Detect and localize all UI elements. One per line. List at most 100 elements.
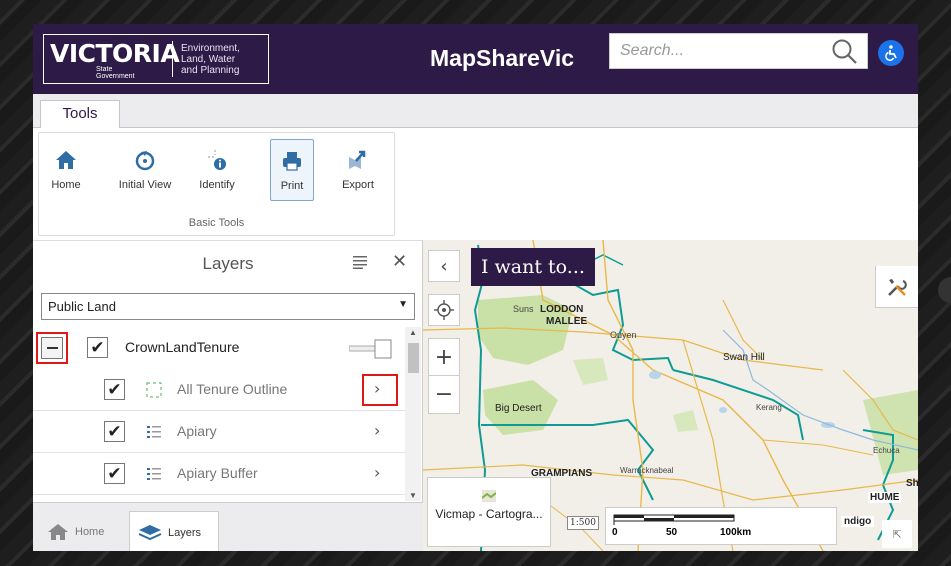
menu-icon[interactable] — [353, 255, 367, 269]
layer-row-apiary-buffer[interactable]: ✔ Apiary Buffer › — [33, 453, 405, 495]
scroll-thumb[interactable] — [408, 343, 419, 373]
overview-map-button[interactable]: ⇱ — [882, 520, 912, 548]
export-button[interactable]: Export — [335, 139, 381, 201]
accessibility-button[interactable] — [878, 40, 904, 66]
layer-label: Apiary — [177, 423, 217, 439]
home-icon — [56, 151, 76, 169]
panel-bottom-tabs: Home Layers — [33, 502, 423, 551]
layer-list: ✔ CrownLandTenure ✔ All Tenure Outline › — [33, 327, 405, 501]
home-tool-button[interactable]: Home — [45, 139, 87, 201]
layer-checkbox[interactable]: ✔ — [87, 337, 108, 358]
tools-ribbon: Home Initial View Identify Print Export … — [33, 128, 918, 240]
home-icon — [48, 524, 68, 540]
locate-icon — [434, 300, 454, 320]
logo-divider — [172, 41, 173, 77]
device-side-button — [938, 277, 951, 303]
wrench-screwdriver-icon — [888, 278, 907, 296]
logo-wordmark: VICTORIA — [50, 39, 180, 68]
department-name: Environment, Land, Water and Planning — [181, 43, 240, 76]
highlight-box — [362, 374, 398, 406]
dept-line-2: Land, Water — [181, 54, 236, 65]
accessibility-icon — [885, 45, 897, 61]
bottom-tab-layers[interactable]: Layers — [129, 511, 219, 551]
export-icon — [349, 150, 366, 169]
layers-icon — [138, 524, 162, 540]
identify-icon — [208, 150, 226, 170]
print-label: Print — [280, 180, 304, 192]
logo-sub-state: State — [96, 66, 113, 73]
layer-list-scrollbar[interactable]: ▲ ▼ — [405, 327, 421, 501]
bottom-tab-home[interactable]: Home — [47, 511, 104, 551]
scale-tick-100km: 100km — [720, 527, 752, 538]
plus-icon: + — [434, 344, 454, 370]
map-label: ndigo — [841, 516, 875, 527]
i-want-to-button[interactable]: I want to... — [471, 248, 595, 286]
locate-button[interactable] — [428, 294, 460, 326]
map-label: Swan Hill — [723, 352, 765, 363]
initial-view-button[interactable]: Initial View — [115, 139, 175, 201]
layer-row-apiary[interactable]: ✔ Apiary › — [33, 411, 405, 453]
scale-ratio-badge: 1:500 — [567, 516, 599, 530]
bottom-tab-home-label: Home — [75, 526, 105, 538]
scroll-down-icon[interactable]: ▼ — [409, 491, 417, 500]
identify-button[interactable]: Identify — [194, 139, 240, 201]
map-tools-button[interactable] — [875, 266, 918, 308]
initial-view-icon — [135, 151, 155, 171]
layer-label: CrownLandTenure — [125, 339, 240, 355]
minus-icon: − — [434, 382, 454, 407]
layers-panel: Layers ✕ Public Land ▼ ✔ CrownLandTenure — [33, 240, 423, 551]
app-window: VICTORIA State Government Environment, L… — [33, 24, 918, 551]
map-label: Ouyen — [610, 330, 637, 340]
app-title: MapShareVic — [430, 45, 575, 71]
ribbon-tab-bar: Tools — [33, 94, 918, 129]
map-label: HUME — [868, 492, 902, 503]
search-icon[interactable] — [831, 38, 859, 66]
export-label: Export — [342, 179, 374, 191]
layer-row-all-tenure-outline[interactable]: ✔ All Tenure Outline › — [33, 369, 405, 411]
legend-list-icon — [147, 426, 161, 438]
search-box — [609, 33, 868, 69]
legend-list-icon — [147, 468, 161, 480]
tab-tools[interactable]: Tools — [40, 100, 120, 129]
basemap-switcher[interactable]: Vicmap - Cartogra... — [427, 477, 551, 547]
layer-checkbox[interactable]: ✔ — [104, 421, 125, 442]
layer-label: All Tenure Outline — [177, 381, 288, 397]
dept-line-1: Environment, — [181, 43, 240, 54]
visibility-slider[interactable] — [349, 339, 393, 359]
chevron-left-icon: ‹ — [440, 255, 448, 277]
layer-group-select[interactable]: Public Land ▼ — [41, 293, 415, 320]
printer-icon — [283, 152, 301, 171]
scale-tick-0: 0 — [612, 527, 618, 538]
map-label: MALLEE — [546, 316, 588, 327]
map-label: Warracknabeal — [620, 466, 674, 475]
zoom-in-button[interactable]: + — [428, 338, 460, 376]
print-button[interactable]: Print — [270, 139, 314, 201]
scale-tick-50: 50 — [666, 527, 678, 538]
chevron-right-icon[interactable]: › — [374, 421, 380, 440]
search-input[interactable] — [614, 36, 814, 66]
arrow-up-left-icon: ⇱ — [892, 528, 902, 541]
collapse-panel-button[interactable]: ‹ — [428, 250, 460, 282]
chevron-right-icon[interactable]: › — [374, 463, 380, 482]
map-label: Big Desert — [495, 403, 542, 414]
zoom-out-button[interactable]: − — [428, 376, 460, 414]
dropdown-arrow-icon: ▼ — [398, 299, 408, 310]
layer-checkbox[interactable]: ✔ — [104, 463, 125, 484]
highlight-box — [36, 332, 68, 364]
map-label: Echuca — [873, 446, 900, 455]
basemap-label: Vicmap - Cartogra... — [435, 507, 543, 521]
layer-checkbox[interactable]: ✔ — [104, 379, 125, 400]
map-view[interactable]: ‹ I want to... + − Suns LODDON MALLEE Ou… — [423, 240, 918, 551]
basic-tools-group: Home Initial View Identify Print Export … — [38, 132, 395, 236]
close-icon[interactable]: ✕ — [392, 251, 407, 272]
logo-sub-government: Government — [96, 73, 135, 80]
map-label: Sh — [906, 478, 918, 489]
map-label: Suns — [513, 304, 534, 314]
scroll-up-icon[interactable]: ▲ — [409, 328, 417, 337]
dept-line-3: and Planning — [181, 65, 240, 76]
basemap-thumbnail-icon — [481, 490, 497, 502]
header-bar: VICTORIA State Government Environment, L… — [33, 24, 918, 94]
vic-gov-logo[interactable]: VICTORIA State Government Environment, L… — [43, 34, 269, 84]
initial-view-label: Initial View — [118, 179, 172, 191]
layer-row-crownlandtenure[interactable]: ✔ CrownLandTenure — [33, 327, 405, 369]
